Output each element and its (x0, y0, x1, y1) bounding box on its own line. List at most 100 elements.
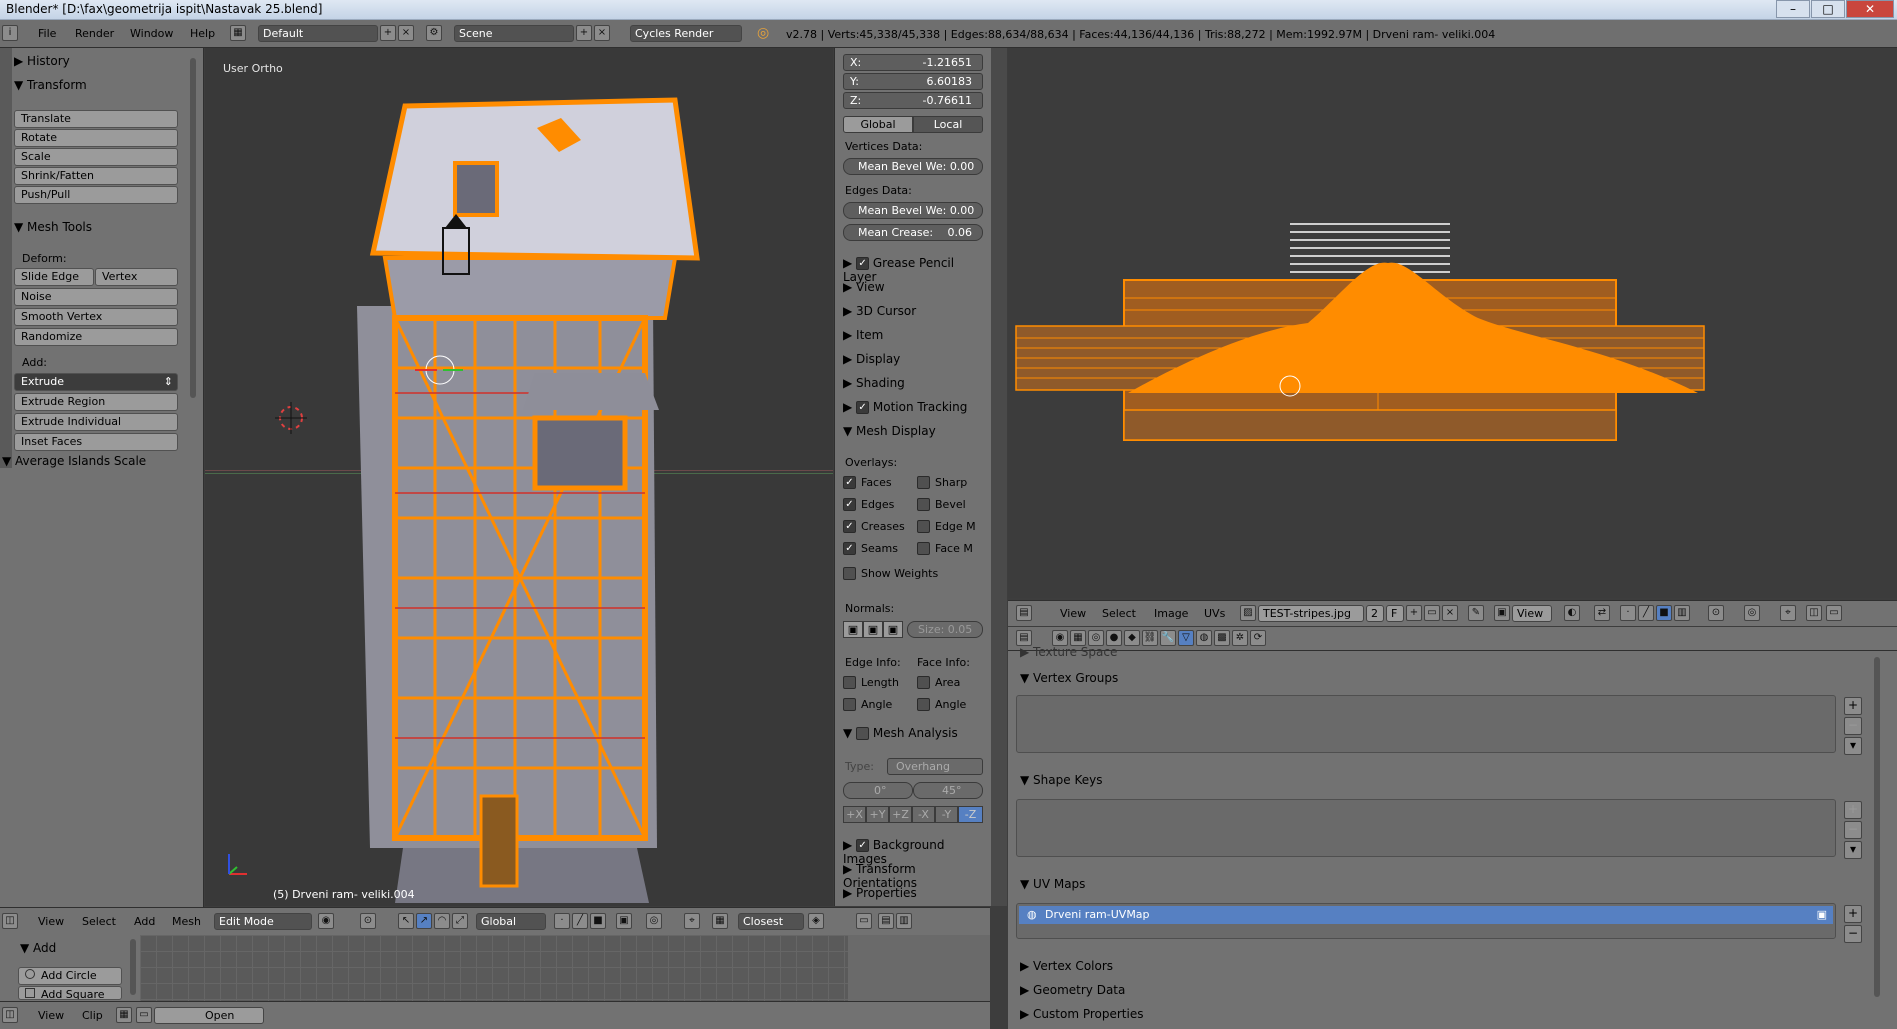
opengl-animation-icon[interactable]: ▤ (878, 913, 894, 929)
open-image-icon[interactable]: ▭ (1424, 605, 1440, 621)
section-vertex-groups[interactable]: ▼ Vertex Groups (1020, 671, 1118, 685)
layers-icon[interactable]: ▥ (896, 913, 912, 929)
clip-menu-view[interactable]: View (38, 1009, 64, 1022)
randomize-button[interactable]: Randomize (14, 328, 178, 346)
panel-transform[interactable]: ▼ Transform (14, 78, 87, 92)
snap-target-selector[interactable]: Closest (738, 913, 804, 930)
clip-editor-area[interactable] (140, 935, 848, 1001)
axis-pos-y-button[interactable]: +Y (866, 806, 889, 823)
add-scene-icon[interactable]: + (576, 25, 592, 41)
local-toggle[interactable]: Local (913, 116, 983, 133)
panel-history[interactable]: ▶ History (14, 54, 70, 68)
shape-keys-list[interactable] (1016, 799, 1836, 857)
section-shading[interactable]: ▶ Shading (843, 376, 905, 390)
uv-menu-uvs[interactable]: UVs (1204, 607, 1225, 620)
panel-average-islands-scale[interactable]: ▼ Average Islands Scale (2, 454, 146, 468)
edge-marks-checkbox[interactable] (917, 520, 930, 533)
section-mesh-display[interactable]: ▼ Mesh Display (843, 424, 936, 438)
push-pull-button[interactable]: Push/Pull (14, 186, 178, 204)
n-panel-scrollbar[interactable] (991, 48, 1007, 906)
render-layers-tab-icon[interactable]: ▦ (1070, 630, 1086, 646)
manipulator-toggle-icon[interactable]: ↖ (398, 913, 414, 929)
menu-window[interactable]: Window (130, 27, 173, 40)
image-name-field[interactable]: TEST-stripes.jpg (1258, 605, 1364, 622)
section-3d-cursor[interactable]: ▶ 3D Cursor (843, 304, 916, 318)
axis-neg-x-button[interactable]: -X (912, 806, 935, 823)
constraints-tab-icon[interactable]: ⛓ (1142, 630, 1158, 646)
snap-element-icon[interactable]: ▦ (712, 913, 728, 929)
close-button[interactable]: ✕ (1846, 0, 1894, 18)
grease-pencil-checkbox[interactable]: ✓ (856, 257, 870, 270)
unlink-image-icon[interactable]: × (1442, 605, 1458, 621)
shading-mode-icon[interactable]: ◉ (318, 913, 334, 929)
sync-selection-icon[interactable]: ⇄ (1594, 605, 1610, 621)
vertex-select-mode-icon[interactable]: · (554, 913, 570, 929)
vertex-slide-button[interactable]: Vertex (95, 268, 178, 286)
panel-add[interactable]: ▼ Add (20, 941, 56, 955)
uv-image-editor[interactable] (1008, 48, 1897, 598)
shape-key-menu-icon[interactable]: ▾ (1844, 841, 1862, 859)
mode-selector[interactable]: Edit Mode (214, 913, 312, 930)
edge-angle-checkbox[interactable] (843, 698, 856, 711)
edge-length-checkbox[interactable] (843, 676, 856, 689)
menu-help[interactable]: Help (190, 27, 215, 40)
fake-user-toggle[interactable]: F (1386, 605, 1404, 622)
axis-pos-z-button[interactable]: +Z (889, 806, 912, 823)
noise-button[interactable]: Noise (14, 288, 178, 306)
minimize-button[interactable]: – (1776, 0, 1810, 18)
scene-tab-icon[interactable]: ◎ (1088, 630, 1104, 646)
image-browse-icon[interactable]: ▨ (1240, 605, 1256, 621)
inset-faces-button[interactable]: Inset Faces (14, 433, 178, 451)
rotate-manipulator-icon[interactable]: ◠ (434, 913, 450, 929)
rotate-button[interactable]: Rotate (14, 129, 178, 147)
image-users-count[interactable]: 2 (1366, 605, 1384, 622)
mean-bevel-edge-field[interactable]: Mean Bevel We: 0.00 (843, 202, 983, 219)
axis-neg-y-button[interactable]: -Y (935, 806, 958, 823)
uv-menu-view[interactable]: View (1060, 607, 1086, 620)
section-mesh-analysis[interactable]: ▼ Mesh Analysis (843, 726, 958, 740)
remove-shape-key-icon[interactable]: − (1844, 821, 1862, 839)
add-uv-map-icon[interactable]: + (1844, 905, 1862, 923)
edge-select-mode-icon[interactable]: ╱ (572, 913, 588, 929)
section-properties[interactable]: ▶ Properties (843, 886, 917, 900)
shrink-fatten-button[interactable]: Shrink/Fatten (14, 167, 178, 185)
vp-menu-view[interactable]: View (38, 915, 64, 928)
menu-file[interactable]: File (38, 27, 56, 40)
split-normals-button[interactable]: ▣ (863, 621, 883, 638)
section-uv-maps[interactable]: ▼ UV Maps (1020, 877, 1085, 891)
display-channels-icon[interactable]: ▭ (1826, 605, 1842, 621)
view-mode-dropdown[interactable]: View (1512, 605, 1552, 622)
pivot-point-icon[interactable]: ⊙ (360, 913, 376, 929)
add-square-button[interactable]: Add Square (18, 986, 122, 1000)
mesh-data-tab-icon[interactable]: ▽ (1178, 630, 1194, 646)
vp-menu-select[interactable]: Select (82, 915, 116, 928)
sharp-checkbox[interactable] (917, 476, 930, 489)
clip-mode-icon[interactable]: ▦ (116, 1007, 132, 1023)
slide-edge-button[interactable]: Slide Edge (14, 268, 94, 286)
background-images-checkbox[interactable]: ✓ (856, 839, 870, 852)
face-angle-checkbox[interactable] (917, 698, 930, 711)
add-vertex-group-icon[interactable]: + (1844, 697, 1862, 715)
section-view[interactable]: ▶ View (843, 280, 885, 294)
axis-pos-x-button[interactable]: +X (843, 806, 866, 823)
object-tab-icon[interactable]: ◆ (1124, 630, 1140, 646)
modifiers-tab-icon[interactable]: 🔧 (1160, 630, 1176, 646)
y-field[interactable]: Y: 6.60183 (843, 73, 983, 90)
island-select-icon[interactable]: ▥ (1674, 605, 1690, 621)
smooth-vertex-button[interactable]: Smooth Vertex (14, 308, 178, 326)
limit-to-visible-icon[interactable]: ▣ (616, 913, 632, 929)
mesh-analysis-checkbox[interactable] (856, 727, 870, 740)
section-geometry-data[interactable]: ▶ Geometry Data (1020, 983, 1125, 997)
extrude-dropdown[interactable]: Extrude ⇕ (14, 373, 178, 391)
world-tab-icon[interactable]: ● (1106, 630, 1122, 646)
tool-shelf-scrollbar[interactable] (190, 58, 196, 398)
extrude-individual-button[interactable]: Extrude Individual (14, 413, 178, 431)
face-area-checkbox[interactable] (917, 676, 930, 689)
creases-checkbox[interactable]: ✓ (843, 520, 856, 533)
channels-icon[interactable]: ◫ (1806, 605, 1822, 621)
analysis-type-dropdown[interactable]: Overhang (887, 758, 983, 775)
remove-vertex-group-icon[interactable]: − (1844, 717, 1862, 735)
panel-mesh-tools[interactable]: ▼ Mesh Tools (14, 220, 92, 234)
faces-checkbox[interactable]: ✓ (843, 476, 856, 489)
add-circle-button[interactable]: Add Circle (18, 967, 122, 985)
